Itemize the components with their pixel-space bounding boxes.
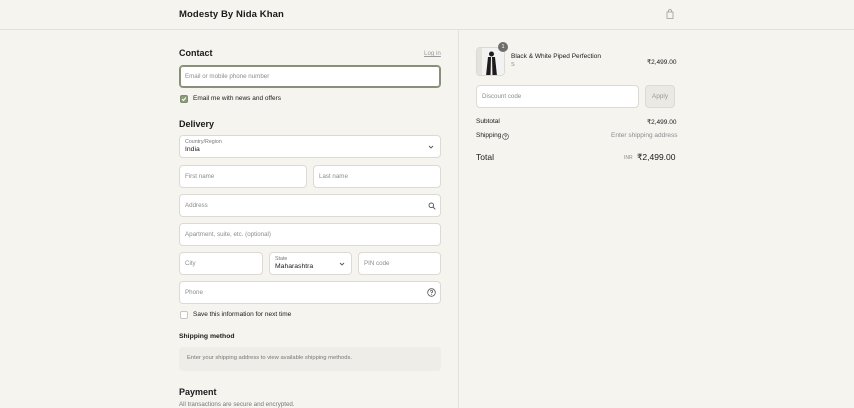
payment-subtitle: All transactions are secure and encrypte… bbox=[179, 401, 295, 408]
total-label: Total bbox=[476, 152, 494, 162]
address-field[interactable]: Address bbox=[179, 194, 441, 217]
search-icon bbox=[428, 202, 436, 210]
country-label: Country/Region bbox=[185, 139, 222, 145]
header: Modesty By Nida Khan bbox=[0, 0, 854, 30]
apply-button[interactable]: Apply bbox=[645, 85, 675, 108]
shipping-label: Shipping bbox=[476, 132, 502, 139]
contact-heading: Contact bbox=[179, 48, 213, 58]
check-icon bbox=[181, 97, 187, 102]
product-image bbox=[477, 48, 504, 75]
state-select[interactable]: State Maharashtra bbox=[269, 252, 352, 275]
chevron-down-icon bbox=[428, 145, 434, 149]
shipping-method-notice: Enter your shipping address to view avai… bbox=[179, 347, 441, 371]
column-divider bbox=[458, 30, 459, 408]
phone-field[interactable]: Phone bbox=[179, 281, 441, 304]
subtotal-label: Subtotal bbox=[476, 118, 500, 125]
help-icon[interactable] bbox=[427, 288, 436, 297]
discount-code-placeholder: Discount code bbox=[482, 93, 522, 100]
first-name-placeholder: First name bbox=[185, 173, 215, 180]
news-checkbox-label: Email me with news and offers bbox=[193, 95, 282, 102]
brand-name[interactable]: Modesty By Nida Khan bbox=[179, 9, 284, 20]
city-placeholder: City bbox=[185, 260, 196, 267]
help-icon[interactable] bbox=[502, 133, 509, 140]
city-field[interactable]: City bbox=[179, 252, 263, 275]
save-info-checkbox[interactable] bbox=[180, 311, 188, 319]
email-placeholder: Email or mobile phone number bbox=[185, 73, 270, 80]
shipping-value: Enter shipping address bbox=[611, 132, 678, 139]
state-value: Maharashtra bbox=[275, 263, 314, 270]
pin-code-placeholder: PIN code bbox=[364, 260, 390, 267]
state-label: State bbox=[275, 256, 288, 262]
total-value: ₹2,499.00 bbox=[637, 152, 676, 162]
discount-code-field[interactable]: Discount code bbox=[476, 85, 639, 108]
pin-code-field[interactable]: PIN code bbox=[358, 252, 441, 275]
shopping-bag-icon[interactable] bbox=[666, 9, 674, 19]
news-checkbox[interactable] bbox=[180, 95, 188, 103]
chevron-down-icon bbox=[339, 262, 345, 266]
email-field[interactable]: Email or mobile phone number bbox=[179, 65, 441, 88]
country-select[interactable]: Country/Region India bbox=[179, 135, 441, 158]
delivery-heading: Delivery bbox=[179, 119, 215, 129]
apartment-placeholder: Apartment, suite, etc. (optional) bbox=[185, 231, 271, 238]
product-variant: S bbox=[511, 62, 515, 68]
product-price: ₹2,499.00 bbox=[647, 59, 677, 66]
phone-placeholder: Phone bbox=[185, 289, 203, 296]
quantity-badge: 1 bbox=[498, 42, 508, 52]
country-value: India bbox=[185, 146, 200, 153]
product-name: Black & White Piped Perfection bbox=[511, 53, 601, 60]
last-name-field[interactable]: Last name bbox=[313, 165, 441, 188]
address-placeholder: Address bbox=[185, 202, 208, 209]
shipping-method-heading: Shipping method bbox=[179, 333, 235, 340]
first-name-field[interactable]: First name bbox=[179, 165, 307, 188]
last-name-placeholder: Last name bbox=[319, 173, 348, 180]
save-info-label: Save this information for next time bbox=[193, 311, 292, 318]
login-link[interactable]: Log in bbox=[424, 50, 441, 57]
subtotal-value: ₹2,499.00 bbox=[647, 119, 677, 126]
payment-heading: Payment bbox=[179, 387, 217, 397]
currency-code: INR bbox=[624, 155, 633, 161]
apartment-field[interactable]: Apartment, suite, etc. (optional) bbox=[179, 223, 441, 246]
shipping-method-notice-text: Enter your shipping address to view avai… bbox=[187, 355, 352, 361]
